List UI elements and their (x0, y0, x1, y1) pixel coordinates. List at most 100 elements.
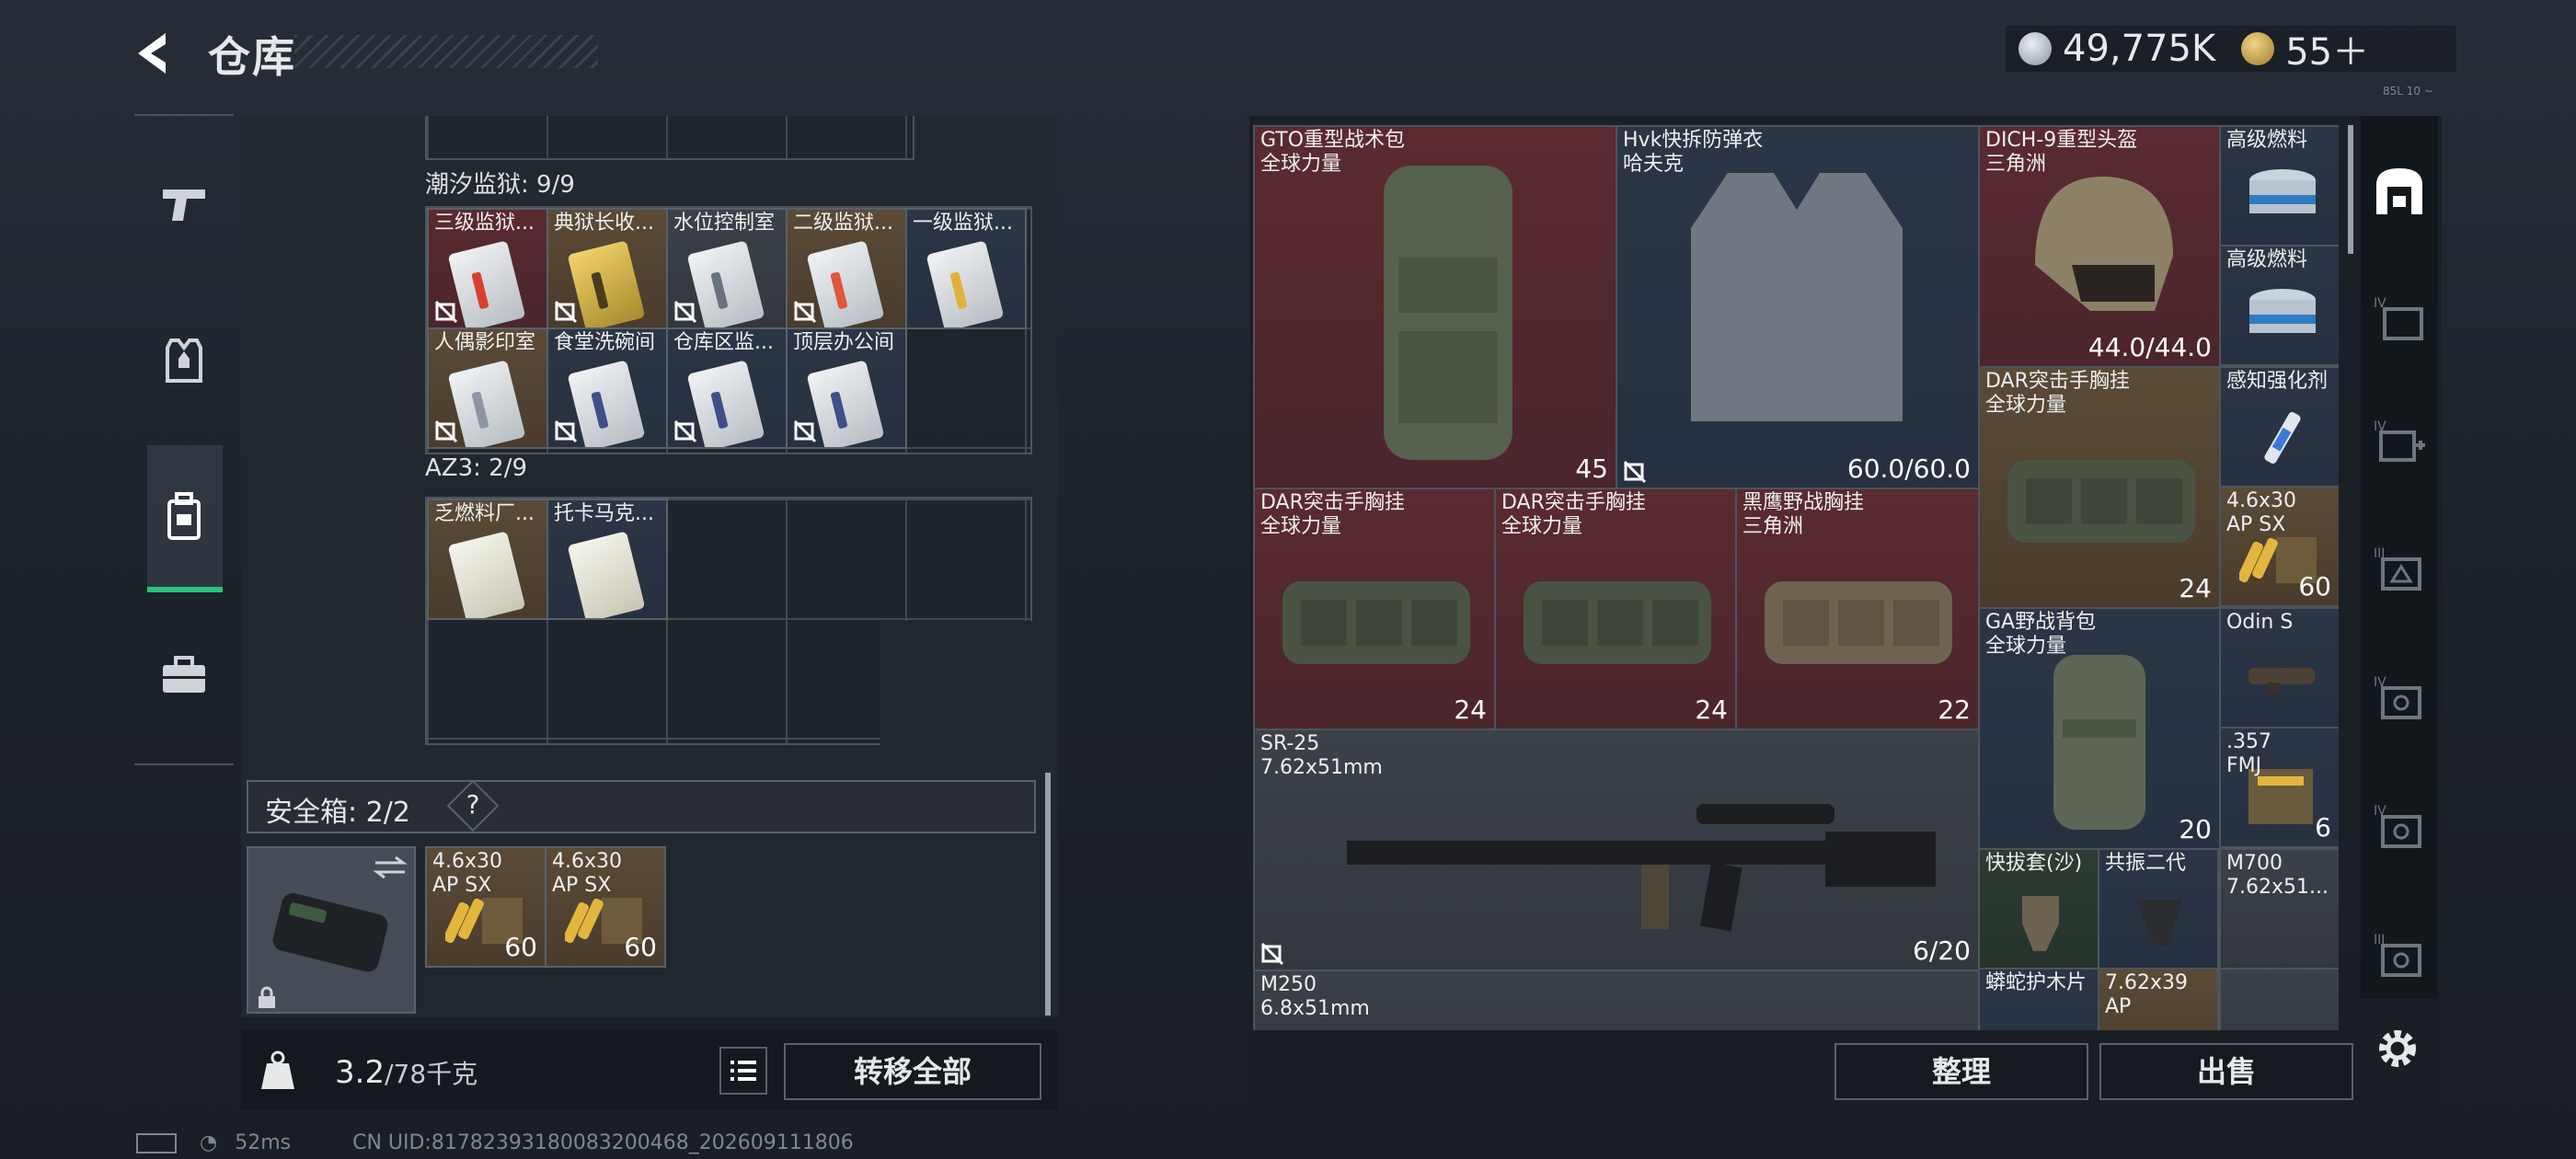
no-insure-icon (434, 300, 458, 324)
rnav-stash-iii[interactable]: III (2366, 537, 2432, 603)
rnav-all[interactable] (2366, 158, 2432, 224)
fuel-can-icon (2249, 289, 2316, 333)
backpack-icon (167, 492, 201, 540)
ammo-item[interactable]: 4.6x30 AP SX 60 (425, 846, 546, 968)
keycard-item[interactable]: 乏燃料厂... (427, 499, 548, 620)
keycard-item[interactable]: 典狱长收... (546, 208, 668, 329)
rifle-image-icon (1347, 804, 1936, 932)
ammo-item[interactable]: 4.6x30 AP SX 60 (545, 846, 666, 968)
back-arrow-icon (138, 33, 166, 74)
item-ga-backpack[interactable]: GA野战背包 全球力量 20 (1978, 607, 2221, 850)
safe-case-slot[interactable] (247, 846, 416, 1014)
help-icon: ? (466, 789, 480, 820)
transfer-all-button[interactable]: 转移全部 (784, 1043, 1041, 1100)
item-ammo[interactable]: 4.6x30 AP SX 60 (2219, 486, 2339, 607)
item-dar-rig[interactable]: DAR突击手胸挂 全球力量 24 (1494, 488, 1737, 730)
tide-prison-grid: 三级监狱... 典狱长收... 水位控制室 二级监狱... 一级监狱... 人偶… (425, 206, 1032, 454)
swap-icon[interactable] (372, 854, 408, 881)
item-odin-scope[interactable]: Odin S (2219, 607, 2339, 729)
rnav-stash-iv-med[interactable]: IV (2366, 410, 2432, 476)
battery-icon (136, 1133, 177, 1153)
item-fuel[interactable]: 高级燃料 (2219, 245, 2339, 366)
tool-box-nav-icon: IV (2374, 804, 2421, 848)
nav-backpack[interactable] (147, 480, 221, 554)
item-resonance[interactable]: 共振二代 (2098, 848, 2219, 970)
rnav-stash-iv-c[interactable]: IV (2366, 795, 2432, 861)
item-m700[interactable]: M700 7.62x51... (2219, 848, 2339, 970)
no-insure-icon (1623, 460, 1647, 484)
keycard-item[interactable]: 一级监狱... (905, 208, 1027, 329)
corner-text: 85L 10 ~ (2383, 85, 2433, 98)
keycard-item[interactable]: 顶层办公间 (786, 327, 907, 449)
item-quick-holster[interactable]: 快拔套(沙) (1978, 848, 2099, 970)
item-sense-booster[interactable]: 感知强化剂 (2219, 366, 2339, 488)
camera-box-nav-icon: III (2374, 933, 2421, 977)
chest-rig-image-icon (1524, 581, 1711, 664)
ping: 52ms (235, 1131, 292, 1154)
gold-amount[interactable]: 55＋ (2285, 22, 2369, 75)
pistol-icon (163, 189, 205, 221)
rnav-stash-iii-b[interactable]: III (2366, 924, 2432, 990)
item-dich-helmet[interactable]: DICH-9重型头盔 三角洲 44.0/44.0 (1978, 125, 2221, 368)
keycard-item[interactable]: 托卡马克... (546, 499, 668, 620)
settings-button[interactable] (2370, 1021, 2425, 1076)
no-insure-icon (673, 300, 697, 324)
item-gto-backpack[interactable]: GTO重型战术包 全球力量 45 (1253, 125, 1617, 489)
back-button[interactable] (129, 28, 184, 79)
keycard-item[interactable]: 二级监狱... (786, 208, 907, 329)
status-bar: ◔ 52ms CN UID:81782393180083200468_20260… (136, 1131, 854, 1154)
item-ammo-762[interactable]: 7.62x39 AP (2098, 968, 2219, 1030)
backpack-image-icon (1384, 166, 1512, 460)
chest-rig-image-icon (2007, 460, 2195, 543)
syringe-icon (2264, 411, 2301, 465)
keycard-icon (926, 240, 1005, 327)
svg-text:IV: IV (2374, 419, 2386, 434)
keycard-item[interactable]: 水位控制室 (666, 208, 788, 329)
scope-icon (2248, 668, 2315, 694)
no-insure-icon (434, 419, 458, 443)
item-fuel[interactable]: 高级燃料 (2219, 125, 2339, 247)
sell-button[interactable]: 出售 (2099, 1043, 2353, 1100)
inventory-scrollbar[interactable] (2348, 125, 2353, 254)
keycard-icon (686, 240, 765, 327)
gold-coin-icon (2241, 32, 2275, 65)
wifi-icon: ◔ (200, 1131, 218, 1154)
gear-icon (2379, 1030, 2416, 1067)
empty-slot[interactable] (2219, 968, 2339, 1030)
ammo-box-nav-icon: III (2374, 546, 2421, 591)
list-icon (730, 1061, 756, 1081)
svg-text:IV: IV (2374, 296, 2386, 311)
keycard-item[interactable]: 三级监狱... (427, 208, 548, 329)
rnav-stash-iv-b[interactable]: IV (2366, 666, 2432, 732)
nav-briefcase[interactable] (147, 638, 221, 712)
keycard-icon (806, 240, 885, 327)
item-357-ammo[interactable]: .357 FMJ 6 (2219, 727, 2339, 848)
chest-rig-image-icon (1765, 581, 1952, 664)
silver-amount: 49,775K (2063, 28, 2216, 70)
chest-rig-image-icon (1282, 581, 1470, 664)
no-insure-icon (554, 300, 578, 324)
item-dar-rig[interactable]: DAR突击手胸挂 全球力量 24 (1978, 366, 2221, 609)
keycard-item[interactable]: 人偶影印室 (427, 327, 548, 449)
nav-armor[interactable] (147, 324, 221, 397)
list-view-button[interactable] (719, 1047, 767, 1095)
keycard-icon (686, 360, 765, 447)
rnav-stash-iv-a[interactable]: IV (2366, 287, 2432, 353)
no-insure-icon (793, 419, 817, 443)
keycard-item[interactable]: 仓库区监... (666, 327, 788, 449)
item-handguard[interactable]: 蟒蛇护木片 (1978, 968, 2099, 1030)
page-title: 仓库 (208, 32, 296, 82)
stash-folder-icon: IV (2374, 296, 2423, 340)
item-eagle-rig[interactable]: 黑鹰野战胸挂 三角洲 22 (1735, 488, 1980, 730)
armor-vest-icon (166, 339, 202, 383)
stash-scrollbar[interactable] (1045, 773, 1051, 1016)
safe-box-label: 安全箱: 2/2 (265, 797, 410, 829)
no-insure-icon (554, 419, 578, 443)
item-hvk-vest[interactable]: Hvk快拆防弹衣 哈夫克 60.0/60.0 (1616, 125, 1980, 489)
item-sr25-rifle[interactable]: SR-25 7.62x51mm 6/20 (1253, 729, 1980, 971)
sort-button[interactable]: 整理 (1834, 1043, 2088, 1100)
keycard-item[interactable]: 食堂洗碗间 (546, 327, 668, 449)
item-dar-rig[interactable]: DAR突击手胸挂 全球力量 24 (1253, 488, 1496, 730)
nav-weapons[interactable] (147, 167, 221, 241)
item-m250[interactable]: M250 6.8x51mm (1253, 970, 1980, 1030)
